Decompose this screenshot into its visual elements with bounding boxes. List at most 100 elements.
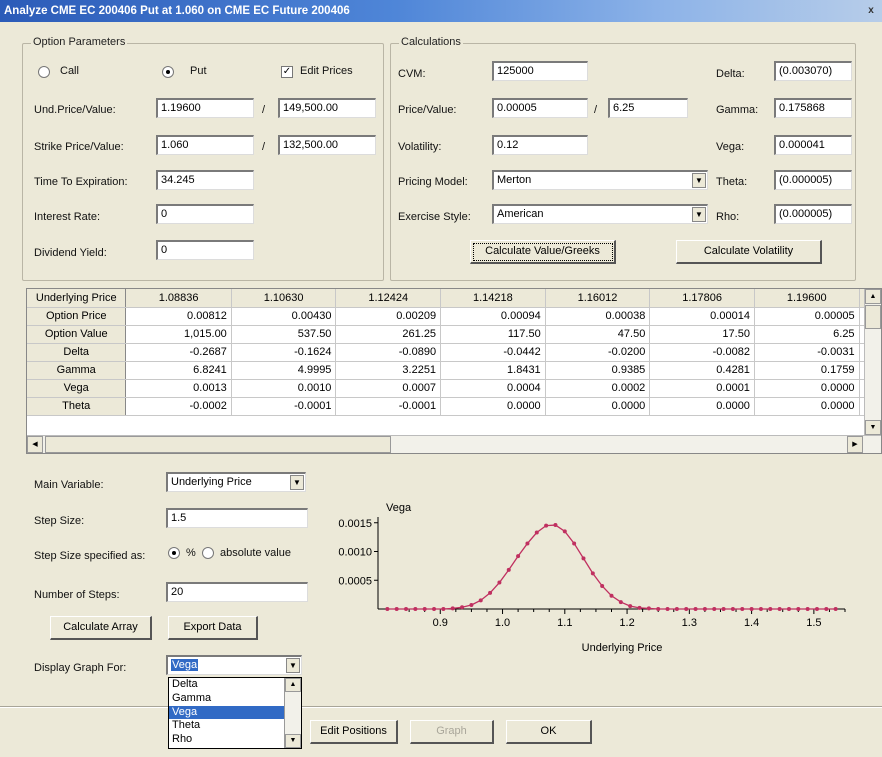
und-price-field[interactable]: 1.19600 — [156, 98, 254, 118]
table-row[interactable]: Theta -0.0002 -0.0001 -0.0001 0.0000 0.0000 0.… — [27, 397, 881, 416]
grid-cell[interactable]: 3.2251 — [335, 361, 442, 380]
call-radio[interactable] — [38, 66, 50, 78]
chevron-down-icon[interactable]: ▼ — [290, 475, 304, 490]
grid-col-header[interactable]: 1.14218 — [440, 289, 546, 308]
results-grid[interactable]: Underlying Price 1.08836 1.10630 1.12424… — [26, 288, 882, 454]
grid-col-header[interactable]: 1.19600 — [754, 289, 860, 308]
grid-vertical-scrollbar[interactable]: ▲ ▼ — [864, 289, 881, 435]
strike-price-field[interactable]: 1.060 — [156, 135, 254, 155]
grid-cell[interactable]: 0.0000 — [649, 397, 755, 416]
grid-cell[interactable]: 0.0010 — [231, 379, 337, 398]
table-row[interactable]: Gamma 6.8241 4.9995 3.2251 1.8431 0.9385 0.428… — [27, 361, 881, 380]
chevron-down-icon[interactable]: ▼ — [692, 207, 706, 222]
table-row[interactable]: Option Price 0.00812 0.00430 0.00209 0.00094… — [27, 307, 881, 326]
display-graph-select[interactable]: Vega ▼ — [166, 655, 302, 675]
grid-cell[interactable]: 0.1759 — [754, 361, 860, 380]
grid-cell[interactable]: 1.8431 — [440, 361, 546, 380]
grid-cell[interactable]: 0.0000 — [545, 397, 651, 416]
edit-positions-button[interactable]: Edit Positions — [310, 720, 398, 744]
chevron-down-icon[interactable]: ▼ — [692, 173, 706, 188]
vega-field[interactable]: 0.000041 — [774, 135, 852, 155]
theta-field[interactable]: (0.000005) — [774, 170, 852, 190]
dropdown-option-vega[interactable]: Vega — [169, 705, 284, 720]
value-field[interactable]: 6.25 — [608, 98, 688, 118]
scroll-thumb[interactable] — [865, 305, 881, 329]
grid-cell[interactable]: 1,015.00 — [125, 325, 232, 344]
percent-radio[interactable] — [168, 547, 180, 559]
cvm-field[interactable]: 125000 — [492, 61, 588, 81]
grid-cell[interactable]: 0.00812 — [125, 307, 232, 326]
gamma-field[interactable]: 0.175868 — [774, 98, 852, 118]
grid-cell[interactable]: 261.25 — [335, 325, 442, 344]
scroll-right-icon[interactable]: ▶ — [847, 436, 863, 453]
grid-cell[interactable]: 0.4281 — [649, 361, 755, 380]
dropdown-option-theta[interactable]: Theta — [169, 719, 284, 733]
grid-cell[interactable]: 0.00014 — [649, 307, 755, 326]
step-size-field[interactable]: 1.5 — [166, 508, 308, 528]
table-row[interactable]: Vega 0.0013 0.0010 0.0007 0.0004 0.0002 0.0001… — [27, 379, 881, 398]
grid-cell[interactable]: 17.50 — [649, 325, 755, 344]
volatility-field[interactable]: 0.12 — [492, 135, 588, 155]
dropdown-option-rho[interactable]: Rho — [169, 733, 284, 747]
grid-cell[interactable]: 0.00038 — [545, 307, 651, 326]
rho-field[interactable]: (0.000005) — [774, 204, 852, 224]
absolute-value-radio[interactable] — [202, 547, 214, 559]
close-icon[interactable]: x — [864, 3, 878, 18]
grid-cell[interactable]: -0.0200 — [545, 343, 651, 362]
grid-cell[interactable]: 0.00005 — [754, 307, 860, 326]
num-steps-field[interactable]: 20 — [166, 582, 308, 602]
grid-cell[interactable]: -0.0890 — [335, 343, 442, 362]
ok-button[interactable]: OK — [506, 720, 592, 744]
scroll-thumb[interactable] — [45, 436, 391, 453]
grid-cell[interactable]: -0.2687 — [125, 343, 232, 362]
grid-cell[interactable]: -0.0442 — [440, 343, 546, 362]
grid-col-header[interactable]: 1.16012 — [545, 289, 651, 308]
grid-cell[interactable]: 0.0013 — [125, 379, 232, 398]
delta-field[interactable]: (0.003070) — [774, 61, 852, 81]
grid-cell[interactable]: -0.0082 — [649, 343, 755, 362]
grid-cell[interactable]: 0.0000 — [754, 397, 860, 416]
grid-cell[interactable]: 117.50 — [440, 325, 546, 344]
grid-cell[interactable]: 6.8241 — [125, 361, 232, 380]
table-row[interactable]: Option Value 1,015.00 537.50 261.25 117.50 47… — [27, 325, 881, 344]
grid-cell[interactable]: -0.1624 — [231, 343, 337, 362]
graph-button[interactable]: Graph — [410, 720, 494, 744]
pricing-model-select[interactable]: Merton ▼ — [492, 170, 708, 190]
grid-cell[interactable]: 6.25 — [754, 325, 860, 344]
rate-field[interactable]: 0 — [156, 204, 254, 224]
exercise-style-select[interactable]: American ▼ — [492, 204, 708, 224]
dividend-field[interactable]: 0 — [156, 240, 254, 260]
chevron-down-icon[interactable]: ▼ — [286, 658, 300, 673]
strike-value-field[interactable]: 132,500.00 — [278, 135, 376, 155]
grid-cell[interactable]: 0.00094 — [440, 307, 546, 326]
grid-cell[interactable]: 0.00209 — [335, 307, 442, 326]
grid-cell[interactable]: 0.00430 — [231, 307, 337, 326]
scroll-up-icon[interactable]: ▲ — [285, 678, 301, 692]
dropdown-option-delta[interactable]: Delta — [169, 678, 284, 692]
export-data-button[interactable]: Export Data — [168, 616, 258, 640]
grid-cell[interactable]: 0.0004 — [440, 379, 546, 398]
calculate-volatility-button[interactable]: Calculate Volatility — [676, 240, 822, 264]
title-bar[interactable]: Analyze CME EC 200406 Put at 1.060 on CM… — [0, 0, 882, 22]
calculate-value-greeks-button[interactable]: Calculate Value/Greeks — [470, 240, 616, 264]
scroll-up-icon[interactable]: ▲ — [865, 289, 881, 304]
scroll-left-icon[interactable]: ◀ — [27, 436, 43, 453]
grid-cell[interactable]: -0.0001 — [335, 397, 442, 416]
table-row[interactable]: Delta -0.2687 -0.1624 -0.0890 -0.0442 -0.0200… — [27, 343, 881, 362]
dropdown-scrollbar[interactable]: ▲ ▼ — [284, 678, 301, 748]
grid-cell[interactable]: 4.9995 — [231, 361, 337, 380]
grid-col-header[interactable]: 1.12424 — [335, 289, 442, 308]
grid-cell[interactable]: -0.0002 — [125, 397, 232, 416]
calculate-array-button[interactable]: Calculate Array — [50, 616, 152, 640]
grid-cell[interactable]: 47.50 — [545, 325, 651, 344]
display-graph-dropdown-list[interactable]: Delta Gamma Vega Theta Rho ▲ ▼ — [168, 677, 302, 749]
grid-cell[interactable]: -0.0001 — [231, 397, 337, 416]
dropdown-option-gamma[interactable]: Gamma — [169, 692, 284, 706]
time-field[interactable]: 34.245 — [156, 170, 254, 190]
grid-cell[interactable]: -0.0031 — [754, 343, 860, 362]
grid-col-header[interactable]: 1.08836 — [125, 289, 232, 308]
grid-cell[interactable]: 0.0007 — [335, 379, 442, 398]
grid-cell[interactable]: 0.0000 — [440, 397, 546, 416]
scroll-down-icon[interactable]: ▼ — [285, 734, 301, 748]
grid-cell[interactable]: 0.0002 — [545, 379, 651, 398]
